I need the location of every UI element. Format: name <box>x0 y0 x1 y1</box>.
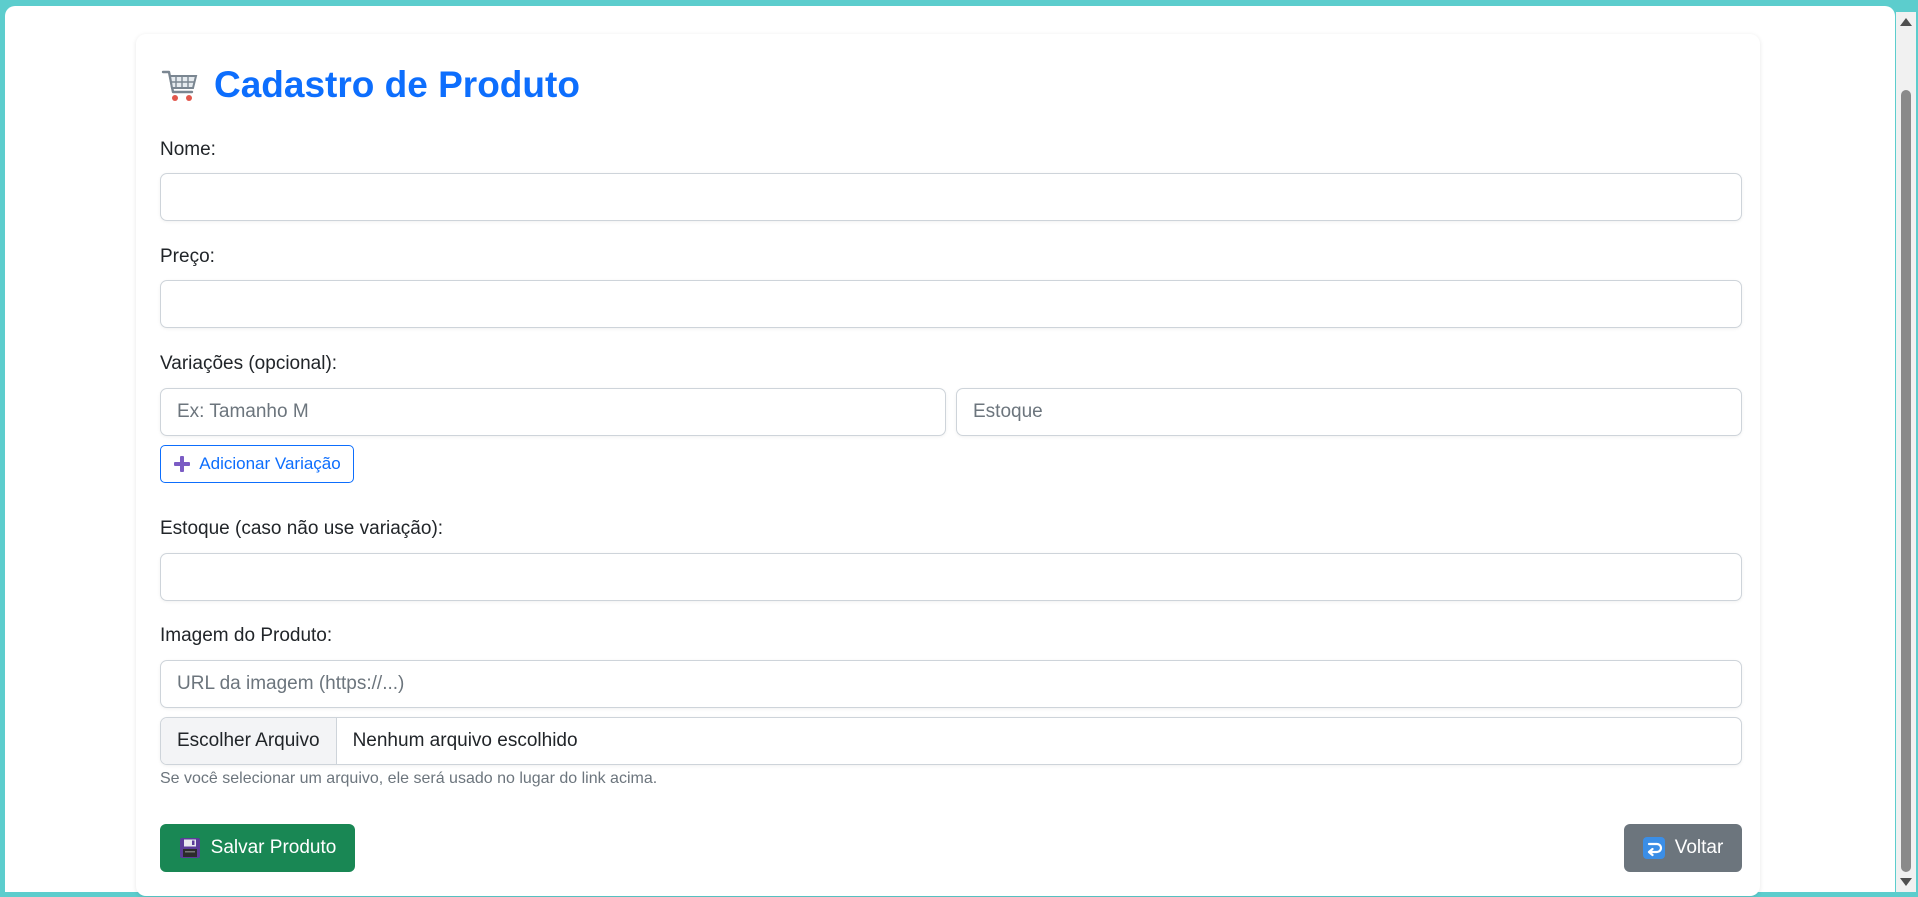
imagem-label: Imagem do Produto: <box>160 625 333 646</box>
vertical-scrollbar[interactable] <box>1896 12 1916 892</box>
shopping-cart-icon <box>160 65 200 105</box>
estoque-label: Estoque (caso não use variação): <box>160 518 444 539</box>
plus-icon <box>173 455 191 473</box>
save-product-label: Salvar Produto <box>210 837 337 858</box>
scrollbar-thumb[interactable] <box>1901 90 1911 872</box>
variacao-estoque-input[interactable] <box>956 388 1742 436</box>
estoque-input[interactable] <box>160 553 1742 601</box>
choose-file-button[interactable]: Escolher Arquivo <box>161 718 337 764</box>
scroll-up-arrow-icon[interactable] <box>1900 18 1912 26</box>
add-variation-button[interactable]: Adicionar Variação <box>160 445 354 483</box>
preco-input[interactable] <box>160 280 1742 328</box>
preco-label: Preço: <box>160 246 215 267</box>
file-help-text: Se você selecionar um arquivo, ele será … <box>160 770 658 787</box>
file-status-text: Nenhum arquivo escolhido <box>352 730 578 751</box>
return-arrow-icon <box>1642 837 1665 859</box>
floppy-disk-icon <box>179 837 201 859</box>
page-title: Cadastro de Produto <box>160 60 580 110</box>
save-product-button[interactable]: Salvar Produto <box>160 824 355 872</box>
file-input[interactable]: Escolher Arquivo Nenhum arquivo escolhid… <box>160 717 1742 765</box>
nome-input[interactable] <box>160 173 1742 221</box>
back-button[interactable]: Voltar <box>1624 824 1742 872</box>
variacao-nome-input[interactable] <box>160 388 946 436</box>
variacoes-label: Variações (opcional): <box>160 353 338 374</box>
form-card <box>136 34 1760 896</box>
add-variation-label: Adicionar Variação <box>199 454 341 473</box>
nome-label: Nome: <box>160 139 216 160</box>
page-title-text: Cadastro de Produto <box>214 64 580 105</box>
back-label: Voltar <box>1674 837 1724 858</box>
scroll-down-arrow-icon[interactable] <box>1900 878 1912 886</box>
image-url-input[interactable] <box>160 660 1742 708</box>
